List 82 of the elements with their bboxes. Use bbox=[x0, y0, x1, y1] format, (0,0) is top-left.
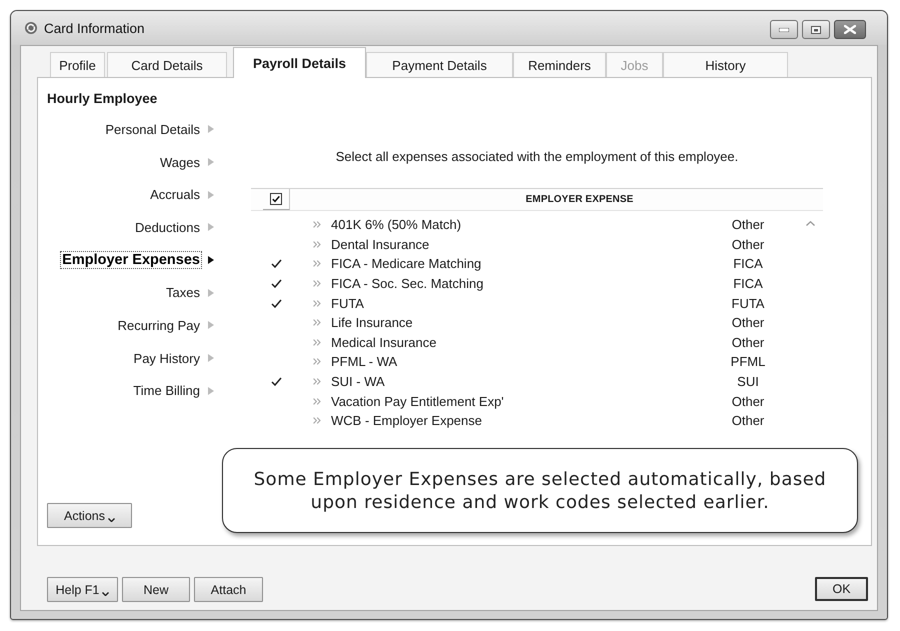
instruction-text: Select all expenses associated with the employment of this employee. bbox=[334, 149, 740, 164]
sidebar-item[interactable]: Wages bbox=[158, 154, 202, 171]
checkmark-icon[interactable] bbox=[270, 377, 282, 386]
scroll-up-icon[interactable] bbox=[806, 221, 815, 226]
double-chevron-icon[interactable] bbox=[313, 338, 321, 346]
tab[interactable]: Profile bbox=[50, 52, 105, 77]
double-chevron-icon[interactable] bbox=[313, 221, 321, 228]
table-cell-text: PFML - WA bbox=[331, 354, 398, 370]
caret-icon bbox=[102, 592, 110, 596]
tab[interactable]: Payment Details bbox=[366, 52, 513, 77]
tab[interactable]: Card Details bbox=[107, 52, 227, 77]
ok-button[interactable]: OK bbox=[815, 577, 868, 601]
double-chevron-icon[interactable] bbox=[313, 280, 321, 288]
sidebar-item[interactable]: Personal Details bbox=[103, 120, 202, 138]
maximize-button[interactable] bbox=[802, 20, 830, 39]
tab[interactable]: History bbox=[663, 52, 788, 77]
actions-button[interactable]: Actions bbox=[47, 503, 132, 528]
sidebar-item[interactable]: Accruals bbox=[148, 186, 202, 204]
table-cell-text: SUI - WA bbox=[331, 374, 386, 390]
table-cell-text: SUI bbox=[736, 374, 760, 390]
maximize-icon bbox=[811, 26, 821, 34]
triangle-icon bbox=[208, 158, 214, 166]
table-cell-text: Other bbox=[730, 394, 766, 409]
table-cell-text: Medical Insurance bbox=[331, 334, 438, 350]
table-cell-text: Other bbox=[730, 236, 766, 252]
tab[interactable]: Reminders bbox=[513, 52, 606, 77]
table-cell-text: Other bbox=[730, 315, 766, 330]
table-cell-text: 401K 6% (50% Match) bbox=[331, 217, 462, 232]
double-chevron-icon[interactable] bbox=[313, 378, 321, 386]
table-cell-text: PFML bbox=[730, 354, 766, 370]
footer-button[interactable]: New bbox=[122, 577, 190, 602]
triangle-icon bbox=[208, 288, 214, 297]
close-button[interactable] bbox=[834, 20, 866, 39]
double-chevron-icon[interactable] bbox=[313, 319, 321, 326]
sidebar-item[interactable]: Employer Expenses bbox=[60, 251, 202, 270]
sidebar-item[interactable]: Recurring Pay bbox=[116, 316, 202, 334]
table-cell-text: FICA - Medicare Matching bbox=[331, 256, 482, 272]
double-chevron-icon[interactable] bbox=[313, 417, 321, 424]
callout-note: Some Employer Expenses are selected automatically, based upon residence and work codes selected earlier. bbox=[222, 448, 858, 533]
checkmark-icon[interactable] bbox=[270, 259, 282, 268]
footer-button[interactable]: Attach bbox=[194, 577, 263, 602]
checkbox-icon[interactable] bbox=[270, 193, 282, 205]
table-cell-text: Other bbox=[730, 217, 766, 232]
table-cell-text: FICA bbox=[732, 276, 764, 292]
table-cell-text: Dental Insurance bbox=[331, 236, 430, 252]
table-cell-text: WCB - Employer Expense bbox=[331, 413, 483, 428]
window-title: Card Information bbox=[44, 20, 145, 36]
triangle-icon bbox=[208, 386, 214, 395]
triangle-icon bbox=[208, 223, 214, 232]
double-chevron-icon[interactable] bbox=[313, 300, 321, 307]
table-cell-text: Life Insurance bbox=[331, 315, 414, 330]
checkmark-icon[interactable] bbox=[270, 279, 282, 288]
triangle-icon bbox=[208, 256, 214, 264]
table-cell-text: FICA bbox=[732, 256, 764, 272]
double-chevron-icon[interactable] bbox=[313, 358, 321, 366]
table-cell-text: FUTA bbox=[331, 296, 365, 311]
table-cell-text: Other bbox=[730, 413, 766, 428]
panel-heading: Hourly Employee bbox=[46, 90, 158, 108]
minimize-button[interactable] bbox=[770, 20, 798, 39]
sidebar-item[interactable]: Pay History bbox=[132, 350, 202, 367]
triangle-icon bbox=[208, 125, 214, 134]
double-chevron-icon[interactable] bbox=[313, 260, 321, 268]
tab[interactable]: Payroll Details bbox=[233, 47, 366, 78]
triangle-icon bbox=[208, 321, 214, 330]
double-chevron-icon[interactable] bbox=[313, 398, 321, 405]
triangle-icon bbox=[208, 190, 214, 199]
double-chevron-icon[interactable] bbox=[313, 240, 321, 248]
table-cell-text: FICA - Soc. Sec. Matching bbox=[331, 276, 484, 292]
table-cell-text: Vacation Pay Entitlement Exp' bbox=[331, 394, 505, 409]
close-icon bbox=[844, 25, 856, 34]
table-cell-text: FUTA bbox=[730, 296, 766, 311]
checkmark-icon[interactable] bbox=[270, 298, 282, 308]
minimize-icon bbox=[779, 28, 789, 32]
sidebar-item[interactable]: Deductions bbox=[132, 218, 202, 236]
caret-icon bbox=[108, 518, 115, 522]
triangle-icon bbox=[208, 354, 214, 362]
table-cell-text: Other bbox=[730, 334, 766, 350]
column-header: EMPLOYER EXPENSE bbox=[524, 194, 634, 205]
sidebar-item[interactable]: Time Billing bbox=[131, 382, 202, 400]
sidebar-item[interactable]: Taxes bbox=[164, 284, 202, 302]
help-button[interactable]: Help F1 bbox=[47, 577, 118, 602]
app-icon bbox=[25, 22, 37, 34]
